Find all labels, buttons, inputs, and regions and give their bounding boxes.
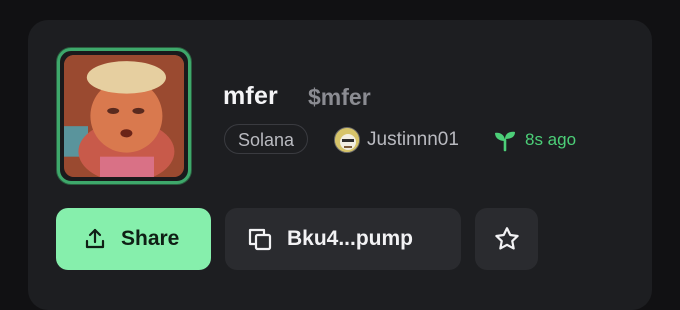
copy-icon: [247, 226, 273, 252]
token-name: mfer: [223, 82, 278, 110]
share-button[interactable]: Share: [56, 208, 211, 270]
creator-name: Justinnn01: [367, 129, 459, 150]
token-image: [64, 55, 184, 177]
creator-link[interactable]: Justinnn01: [334, 126, 459, 154]
chain-badge: Solana: [224, 124, 309, 154]
contract-address: Bku4...pump: [287, 227, 414, 250]
favorite-button[interactable]: [475, 208, 538, 270]
created-time: 8s ago: [525, 130, 577, 149]
creator-avatar: [334, 127, 360, 153]
token-image-frame[interactable]: [57, 48, 191, 184]
sprout-icon: [493, 128, 517, 152]
token-ticker: $mfer: [308, 84, 371, 110]
share-button-label: Share: [121, 227, 180, 250]
star-icon: [493, 225, 521, 253]
token-card: mfer $mfer Solana Justinnn01 8s ago Shar…: [28, 20, 652, 310]
copy-address-button[interactable]: Bku4...pump: [225, 208, 461, 270]
share-upload-icon: [83, 227, 107, 251]
